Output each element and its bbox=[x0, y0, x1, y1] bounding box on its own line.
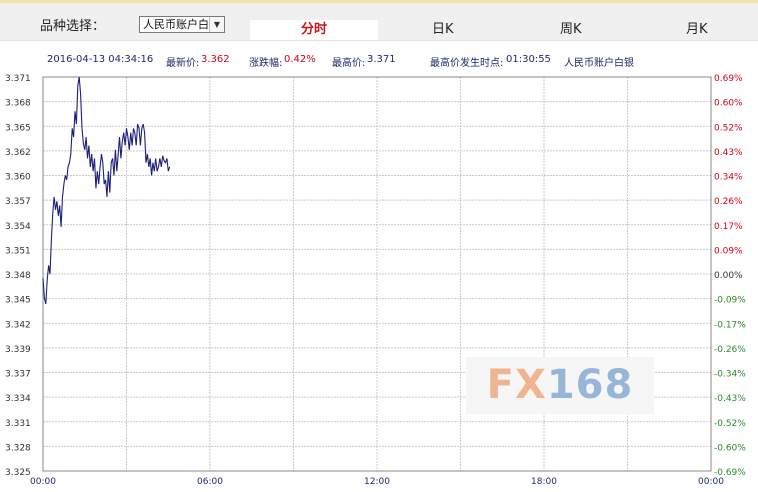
y-tick-label-right: 0.00% bbox=[714, 271, 743, 281]
y-tick-label-right: 0.17% bbox=[714, 222, 743, 232]
y-tick-label-left: 3.325 bbox=[5, 468, 31, 478]
y-tick-label-left: 3.337 bbox=[5, 370, 31, 380]
y-tick-label-left: 3.334 bbox=[5, 394, 31, 404]
y-tick-label-left: 3.345 bbox=[5, 296, 31, 306]
y-tick-label-left: 3.362 bbox=[5, 148, 31, 158]
y-tick-label-right: -0.43% bbox=[714, 394, 746, 404]
y-tick-label-left: 3.348 bbox=[5, 271, 31, 281]
y-tick-label-right: -0.60% bbox=[714, 443, 746, 453]
y-tick-label-left: 3.331 bbox=[5, 419, 31, 429]
y-tick-label-right: 0.34% bbox=[714, 173, 743, 183]
y-tick-label-right: -0.26% bbox=[714, 345, 746, 355]
y-tick-label-left: 3.371 bbox=[5, 74, 31, 84]
y-tick-label-right: 0.60% bbox=[714, 99, 743, 109]
y-tick-label-left: 3.354 bbox=[5, 222, 31, 232]
y-tick-label-left: 3.368 bbox=[5, 99, 31, 109]
y-tick-label-right: -0.09% bbox=[714, 296, 746, 306]
y-tick-label-left: 3.339 bbox=[5, 345, 31, 355]
y-tick-label-left: 3.360 bbox=[5, 173, 31, 183]
y-tick-label-right: -0.34% bbox=[714, 370, 746, 380]
y-tick-label-left: 3.351 bbox=[5, 246, 31, 256]
y-tick-label-right: -0.52% bbox=[714, 419, 746, 429]
y-tick-label-right: 0.52% bbox=[714, 123, 743, 133]
x-tick-label: 06:00 bbox=[197, 477, 223, 487]
y-tick-label-right: 0.69% bbox=[714, 74, 743, 84]
x-tick-label: 12:00 bbox=[364, 477, 390, 487]
x-tick-label: 00:00 bbox=[30, 477, 56, 487]
watermark-fx: FX bbox=[486, 362, 547, 408]
y-tick-label-left: 3.365 bbox=[5, 123, 31, 133]
y-tick-label-left: 3.328 bbox=[5, 443, 31, 453]
y-tick-label-right: -0.17% bbox=[714, 320, 746, 330]
x-tick-label: 00:00 bbox=[698, 477, 724, 487]
y-tick-label-left: 3.357 bbox=[5, 197, 31, 207]
y-tick-label-right: 0.09% bbox=[714, 246, 743, 256]
fx168-watermark: FX168 bbox=[466, 357, 654, 414]
x-tick-label: 18:00 bbox=[531, 477, 557, 487]
price-line bbox=[42, 76, 171, 305]
watermark-168: 168 bbox=[546, 362, 634, 408]
y-tick-label-left: 3.342 bbox=[5, 320, 31, 330]
intraday-chart: 3.371 0.69% 3.368 0.60% 3.365 0.52% 3.362 0.43%… bbox=[5, 74, 746, 487]
y-tick-label-right: 0.26% bbox=[714, 197, 743, 207]
y-tick-label-right: 0.43% bbox=[714, 148, 743, 158]
